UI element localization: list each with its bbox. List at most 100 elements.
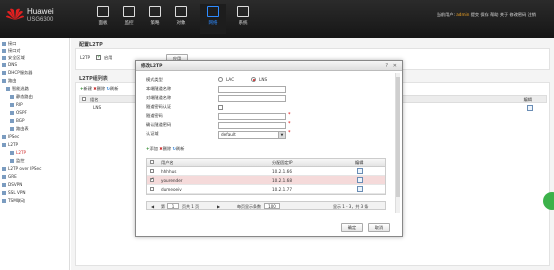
sidebar-item-dsvpn[interactable]: DSVPN [2,182,22,187]
first-page-icon[interactable]: ◀ [151,204,154,209]
l2tp-icon [2,143,6,147]
tsm-icon [2,199,6,203]
sidebar-item-rip[interactable]: RIP [10,102,23,107]
row-username: dumeoeiv [161,186,182,192]
tunnel-password-input[interactable] [218,113,286,120]
ok-button[interactable]: 确定 [341,223,363,232]
nav-label: 对象 [176,21,186,26]
table-row[interactable]: ✓ yourender 10.2.1.68 [147,176,385,185]
sidebar-item-sslvpn[interactable]: SSL VPN [2,190,26,195]
sidebar-item-dhcp[interactable]: DHCP服务器 [2,70,32,76]
sidebar-item-security-zone[interactable]: 安全区域 [2,55,25,61]
mode-lac-radio[interactable] [218,77,223,82]
nav-object[interactable]: 对象 [168,4,194,34]
auth-domain-select[interactable]: default ▼ [218,131,286,139]
dns-icon [2,63,6,67]
column-edit: 编辑 [523,97,532,102]
sidebar-item-bgp[interactable]: BGP [10,118,25,123]
delete-user-button[interactable]: 删除 [163,146,171,151]
dialog-title: 修改L2TP [141,64,163,69]
sidebar-item-route-table[interactable]: 路由表 [10,126,29,132]
floating-assist-icon[interactable] [543,192,554,210]
page-suffix: 页共 1 页 [182,204,200,209]
peer-tunnel-input[interactable] [218,95,286,102]
nav-system[interactable]: 系统 [230,4,256,34]
sidebar-item-ipsec[interactable]: IPSec [2,134,19,139]
nav-monitor[interactable]: 监控 [116,4,142,34]
sidebar-item-l2tp-over-ipsec[interactable]: L2TP over IPSec [2,166,41,171]
help-icon[interactable]: ? [385,63,388,69]
current-user[interactable]: admin [456,12,469,17]
page-number-input[interactable]: 1 [167,203,179,209]
local-tunnel-input[interactable] [218,86,286,93]
select-all-checkbox[interactable] [150,160,154,164]
sidebar-item-ospf[interactable]: OSPF [10,110,27,115]
header-links[interactable]: 提交 保存 帮助 关于 修改密码 注销 [471,12,536,17]
next-page-icon[interactable]: ▶ [217,204,220,209]
row-checkbox[interactable]: ✓ [150,177,154,182]
sidebar-item-l2tp-monitor[interactable]: 监控 [10,158,24,164]
dhcp-icon [2,71,6,75]
refresh-users-button[interactable]: 刷新 [176,146,184,151]
close-icon[interactable]: ✕ [393,63,397,69]
nav-network[interactable]: 网络 [200,4,226,34]
scrollbar-thumb[interactable] [396,77,400,197]
edit-icon[interactable] [357,168,363,174]
route-icon [2,79,6,83]
local-tunnel-label: 本端隧道名称 [146,86,172,91]
column-username: 用户名 [161,160,174,165]
nav-dashboard[interactable]: 面板 [90,4,116,34]
sidebar-item-tsm[interactable]: TSM联动 [2,198,25,204]
cancel-button[interactable]: 取消 [368,223,390,232]
per-page-select[interactable]: 100 [264,203,280,209]
gre-icon [2,175,6,179]
sidebar-item-gre[interactable]: GRE [2,174,17,179]
dsvpn-icon [2,183,6,187]
table-row[interactable]: dumeoeiv 10.2.1.77 [147,185,385,194]
select-all-checkbox[interactable] [82,97,86,101]
interface-pair-icon [2,49,6,53]
chevron-down-icon[interactable]: ▼ [278,132,285,138]
row-checkbox[interactable] [150,169,154,173]
required-mark: * [288,130,291,136]
sidebar-item-l2tp-config[interactable]: L2TP [10,150,26,155]
edit-icon[interactable] [357,177,363,183]
confirm-password-input[interactable] [218,122,286,129]
sidebar-item-l2tp[interactable]: L2TP [2,142,18,147]
nav-label: 策略 [150,21,160,26]
sidebar-item-dns[interactable]: DNS [2,62,17,67]
table-row[interactable]: hhhhus 10.2.1.66 [147,167,385,176]
enable-checkbox[interactable]: ✓ [96,54,102,60]
required-mark: * [288,121,291,127]
sidebar-item-static-route[interactable]: 静态路由 [10,94,33,100]
user-toolbar: +添加 ✖删除 ↻刷新 [146,146,184,152]
l2tp-sub-icon [10,151,14,155]
tunnel-auth-checkbox[interactable] [218,105,223,110]
dialog-scrollbar[interactable] [395,73,400,213]
auth-domain-label: 认证域 [146,131,159,136]
sidebar-item-label: DSVPN [8,182,23,187]
nav-policy[interactable]: 策略 [142,4,168,34]
refresh-button[interactable]: 刷新 [110,86,118,91]
edit-icon[interactable] [357,186,363,192]
sidebar-item-label: BGP [16,118,25,123]
sidebar-item-interface[interactable]: 接口 [2,41,16,47]
row-checkbox[interactable] [150,187,154,191]
sidebar-item-smart-route[interactable]: 智能选路 [6,86,29,92]
modify-l2tp-dialog: 修改L2TP ? ✕ 模式类型 LAC LNS 本端隧道名称 对端隧道名称 隧道… [135,60,403,237]
list-title: L2TP组列表 [79,76,108,82]
sidebar: 接口 接口对 安全区域 DNS DHCP服务器 路由 智能选路 静态路由 RIP… [0,38,70,270]
product-name: USG6300 [27,17,54,23]
nav-label: 网络 [208,21,218,26]
check-icon: ✓ [97,54,102,60]
sidebar-item-label: 路由表 [16,126,29,131]
sidebar-item-route[interactable]: 路由 [2,78,16,84]
delete-button[interactable]: 删除 [97,86,105,91]
page-summary: 显示 1 - 3，共 3 条 [333,204,369,209]
add-user-button[interactable]: 添加 [150,146,158,151]
add-button[interactable]: 新建 [84,86,92,91]
edit-icon[interactable] [527,105,533,111]
column-edit: 编辑 [355,160,364,165]
sidebar-item-interface-pair[interactable]: 接口对 [2,48,21,54]
mode-lns-radio[interactable] [251,77,256,82]
